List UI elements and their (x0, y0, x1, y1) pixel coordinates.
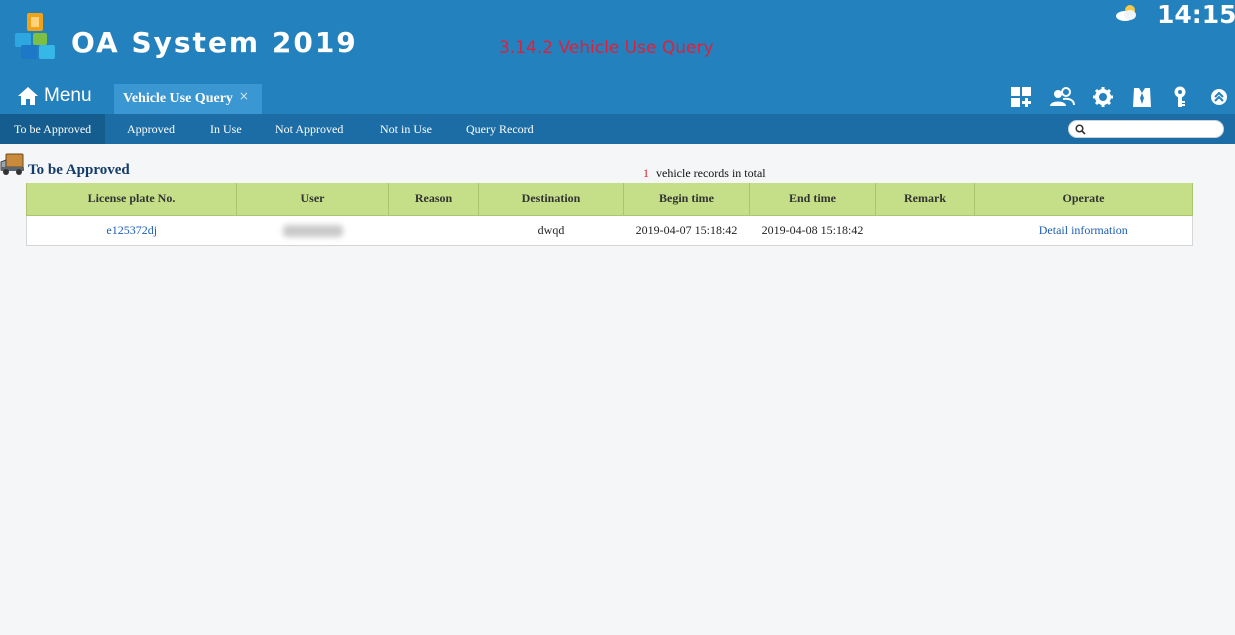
search-icon (1075, 124, 1086, 135)
destination-cell: dwqd (478, 215, 624, 246)
user-cell (236, 215, 389, 246)
begin-time-cell: 2019-04-07 15:18:42 (623, 215, 750, 246)
operate-cell: Detail information (974, 215, 1193, 246)
table-row: e125372dj dwqd 2019-04-07 15:18:42 2019-… (26, 215, 1193, 246)
table-header-row: License plate No. User Reason Destinatio… (26, 183, 1193, 216)
gear-icon[interactable] (1092, 86, 1114, 108)
shirt-icon[interactable] (1131, 86, 1153, 108)
column-header: Remark (875, 183, 975, 216)
truck-icon (0, 153, 24, 175)
license-plate-cell[interactable]: e125372dj (26, 215, 237, 246)
column-header: License plate No. (26, 183, 237, 216)
record-count: 1 vehicle records in total (643, 166, 766, 181)
sub-navigation: To be Approved Approved In Use Not Appro… (0, 114, 1235, 144)
subnav-approved[interactable]: Approved (127, 114, 175, 144)
app-header: OA System 2019 3.14.2 Vehicle Use Query … (0, 0, 1235, 114)
key-icon[interactable] (1171, 86, 1189, 108)
subnav-query-record[interactable]: Query Record (466, 114, 534, 144)
vehicle-table: License plate No. User Reason Destinatio… (26, 183, 1193, 246)
subnav-not-in-use[interactable]: Not in Use (380, 114, 432, 144)
column-header: Begin time (623, 183, 750, 216)
remark-cell (875, 215, 975, 246)
search-input[interactable] (1089, 122, 1219, 136)
end-time-cell: 2019-04-08 15:18:42 (749, 215, 876, 246)
subnav-in-use[interactable]: In Use (210, 114, 242, 144)
search-box (1068, 120, 1224, 138)
home-icon (18, 87, 38, 105)
column-header: Operate (974, 183, 1193, 216)
license-plate-link[interactable]: e125372dj (106, 223, 157, 237)
app-logo-icon (15, 13, 55, 59)
tab-label: Vehicle Use Query (123, 91, 233, 106)
detail-information-link[interactable]: Detail information (1039, 223, 1128, 237)
menu-label: Menu (44, 85, 92, 106)
column-header: Reason (388, 183, 479, 216)
app-title: OA System 2019 (71, 26, 358, 59)
record-count-number: 1 (643, 166, 649, 180)
collapse-up-icon[interactable] (1210, 86, 1228, 108)
users-icon[interactable] (1049, 86, 1075, 108)
partly-cloudy-icon (1116, 5, 1136, 21)
close-tab-icon[interactable]: × (239, 89, 249, 103)
section-title: To be Approved (28, 162, 130, 178)
reason-cell (388, 215, 479, 246)
record-count-text: vehicle records in total (656, 166, 766, 180)
blurred-user-name (282, 224, 343, 237)
menu-button[interactable]: Menu (17, 83, 92, 109)
clock: 14:15 (1157, 0, 1235, 29)
column-header: Destination (478, 183, 624, 216)
subnav-not-approved[interactable]: Not Approved (275, 114, 343, 144)
overlay-caption: 3.14.2 Vehicle Use Query (499, 38, 714, 58)
grid-add-icon[interactable] (1010, 86, 1032, 108)
column-header: User (236, 183, 389, 216)
subnav-to-be-approved[interactable]: To be Approved (0, 114, 106, 144)
tab-vehicle-use-query[interactable]: Vehicle Use Query × (114, 84, 262, 114)
column-header: End time (749, 183, 876, 216)
